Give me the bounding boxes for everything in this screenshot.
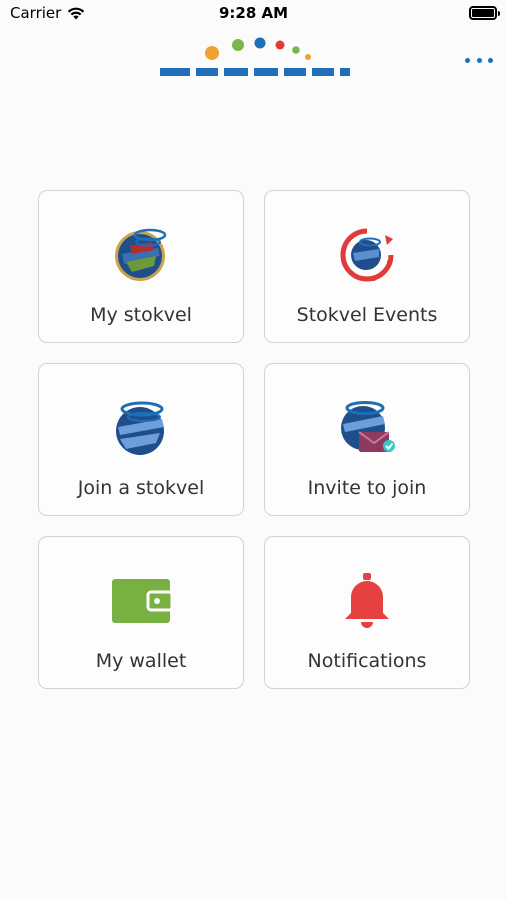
tile-join-stokvel[interactable]: Join a stokvel bbox=[38, 363, 244, 516]
tile-invite-to-join[interactable]: Invite to join bbox=[264, 363, 470, 516]
tile-label: Stokvel Events bbox=[296, 304, 438, 326]
app-header bbox=[0, 28, 507, 76]
brand-logo bbox=[150, 36, 360, 76]
sms-invite-icon bbox=[265, 399, 469, 457]
tile-notifications[interactable]: Notifications bbox=[264, 536, 470, 689]
more-dots-icon[interactable] bbox=[465, 52, 493, 68]
tile-label: Invite to join bbox=[307, 477, 427, 499]
bell-icon bbox=[265, 572, 469, 630]
globe-join-icon bbox=[39, 399, 243, 457]
tile-my-stokvel[interactable]: My stokvel bbox=[38, 190, 244, 343]
tile-my-wallet[interactable]: My wallet bbox=[38, 536, 244, 689]
tile-label: Notifications bbox=[307, 650, 427, 672]
battery-icon bbox=[469, 6, 500, 20]
menu-grid: My stokvel Stokvel Events Join a stokvel… bbox=[38, 190, 470, 689]
wallet-icon bbox=[39, 572, 243, 630]
tile-label: Join a stokvel bbox=[77, 477, 205, 499]
tile-stokvel-events[interactable]: Stokvel Events bbox=[264, 190, 470, 343]
calendar-refresh-icon bbox=[265, 226, 469, 284]
status-time: 9:28 AM bbox=[218, 4, 289, 22]
tile-label: My stokvel bbox=[90, 304, 192, 326]
globe-stokvel-icon bbox=[39, 226, 243, 284]
status-bar: Carrier 9:28 AM bbox=[0, 0, 507, 28]
tile-label: My wallet bbox=[95, 650, 187, 672]
